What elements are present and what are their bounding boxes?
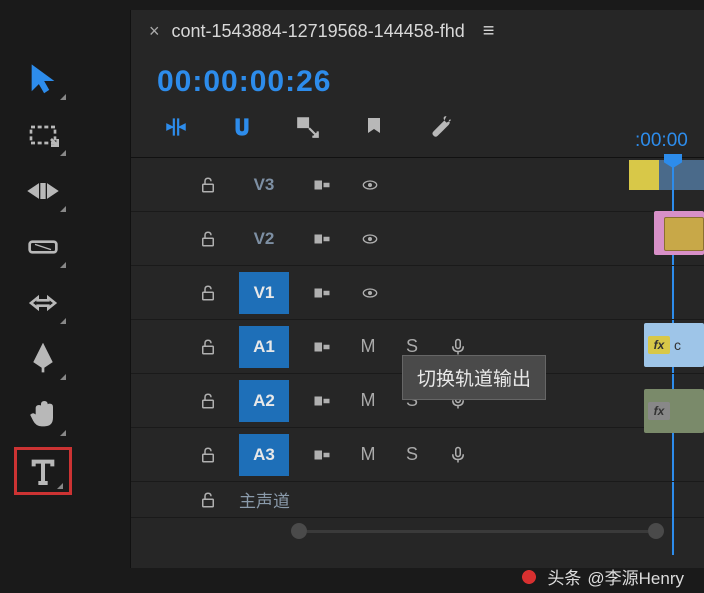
track-label[interactable]: A2 [239,380,289,422]
scroll-handle-left[interactable] [291,523,307,539]
toggle-output-icon[interactable] [355,285,385,301]
track-v1[interactable]: V1 [131,266,704,320]
voiceover-icon[interactable] [443,444,473,466]
clip-v1[interactable]: fx c [644,323,704,367]
marquee-icon [27,119,59,151]
razor-tool[interactable] [14,223,72,271]
mute-button[interactable]: M [355,336,381,357]
track-label[interactable]: V3 [239,164,289,206]
type-tool[interactable] [14,447,72,495]
tools-toolbar [14,55,84,495]
sync-lock-icon[interactable] [307,176,337,194]
lock-icon[interactable] [195,445,221,465]
track-label[interactable]: V2 [239,218,289,260]
attribution: 头条 @李源Henry [517,564,684,589]
type-icon [27,455,59,487]
settings-wrench-icon[interactable] [425,113,455,141]
scroll-handle-right[interactable] [648,523,664,539]
slip-icon [27,287,59,319]
marker-icon[interactable] [359,113,389,141]
hand-icon [27,399,59,431]
solo-button[interactable]: S [399,444,425,465]
scroll-track[interactable] [307,530,648,533]
track-label[interactable]: V1 [239,272,289,314]
timeline-toolbar [131,113,704,157]
pen-icon [27,343,59,375]
sync-lock-icon[interactable] [307,338,337,356]
track-label[interactable]: A3 [239,434,289,476]
sync-lock-icon[interactable] [307,230,337,248]
close-tab-button[interactable]: × [149,21,160,42]
sync-lock-icon[interactable] [307,392,337,410]
selection-tool[interactable] [14,55,72,103]
lock-icon[interactable] [195,337,221,357]
sync-lock-icon[interactable] [307,446,337,464]
tooltip: 切换轨道输出 [402,355,546,400]
timeline-panel: × cont-1543884-12719568-144458-fhd ≡ 00:… [130,10,704,568]
track-a3[interactable]: A3 M S [131,428,704,482]
clip-v3-tag[interactable] [664,217,704,251]
track-label[interactable]: A1 [239,326,289,368]
toggle-output-icon[interactable] [355,177,385,193]
snap-icon[interactable] [227,113,257,141]
ripple-edit-tool[interactable] [14,167,72,215]
lock-icon[interactable] [195,490,221,510]
toggle-output-icon[interactable] [355,231,385,247]
sequence-name[interactable]: cont-1543884-12719568-144458-fhd [172,21,465,42]
hand-tool[interactable] [14,391,72,439]
master-label: 主声道 [239,487,290,512]
panel-header: × cont-1543884-12719568-144458-fhd ≡ [131,10,704,47]
panel-menu-icon[interactable]: ≡ [483,20,495,43]
razor-icon [27,231,59,263]
attribution-handle: @李源Henry [587,564,684,589]
fx-badge-icon: fx [648,402,670,420]
lock-icon[interactable] [195,229,221,249]
cursor-icon [27,63,59,95]
attribution-prefix: 头条 [547,564,581,589]
mute-button[interactable]: M [355,444,381,465]
ripple-icon [27,175,59,207]
toutiao-logo-icon [517,565,541,589]
pen-tool[interactable] [14,335,72,383]
mute-button[interactable]: M [355,390,381,411]
linked-selection-icon[interactable] [293,113,323,141]
clip-a1[interactable]: fx [644,389,704,433]
lock-icon[interactable] [195,391,221,411]
horizontal-scrollbar[interactable] [291,524,664,538]
clip-text: c [674,337,681,353]
track-v3[interactable]: V3 [131,158,704,212]
insert-mode-icon[interactable] [161,113,191,141]
track-v2[interactable]: V2 [131,212,704,266]
fx-badge-icon: fx [648,336,670,354]
tracks-area: V3 V2 V1 A1 M S A2 [131,157,704,518]
track-master[interactable]: 主声道 [131,482,704,518]
lock-icon[interactable] [195,283,221,303]
timecode-display[interactable]: 00:00:00:26 [131,47,704,113]
slip-tool[interactable] [14,279,72,327]
lock-icon[interactable] [195,175,221,195]
sync-lock-icon[interactable] [307,284,337,302]
track-select-tool[interactable] [14,111,72,159]
solo-button[interactable]: S [399,336,425,357]
